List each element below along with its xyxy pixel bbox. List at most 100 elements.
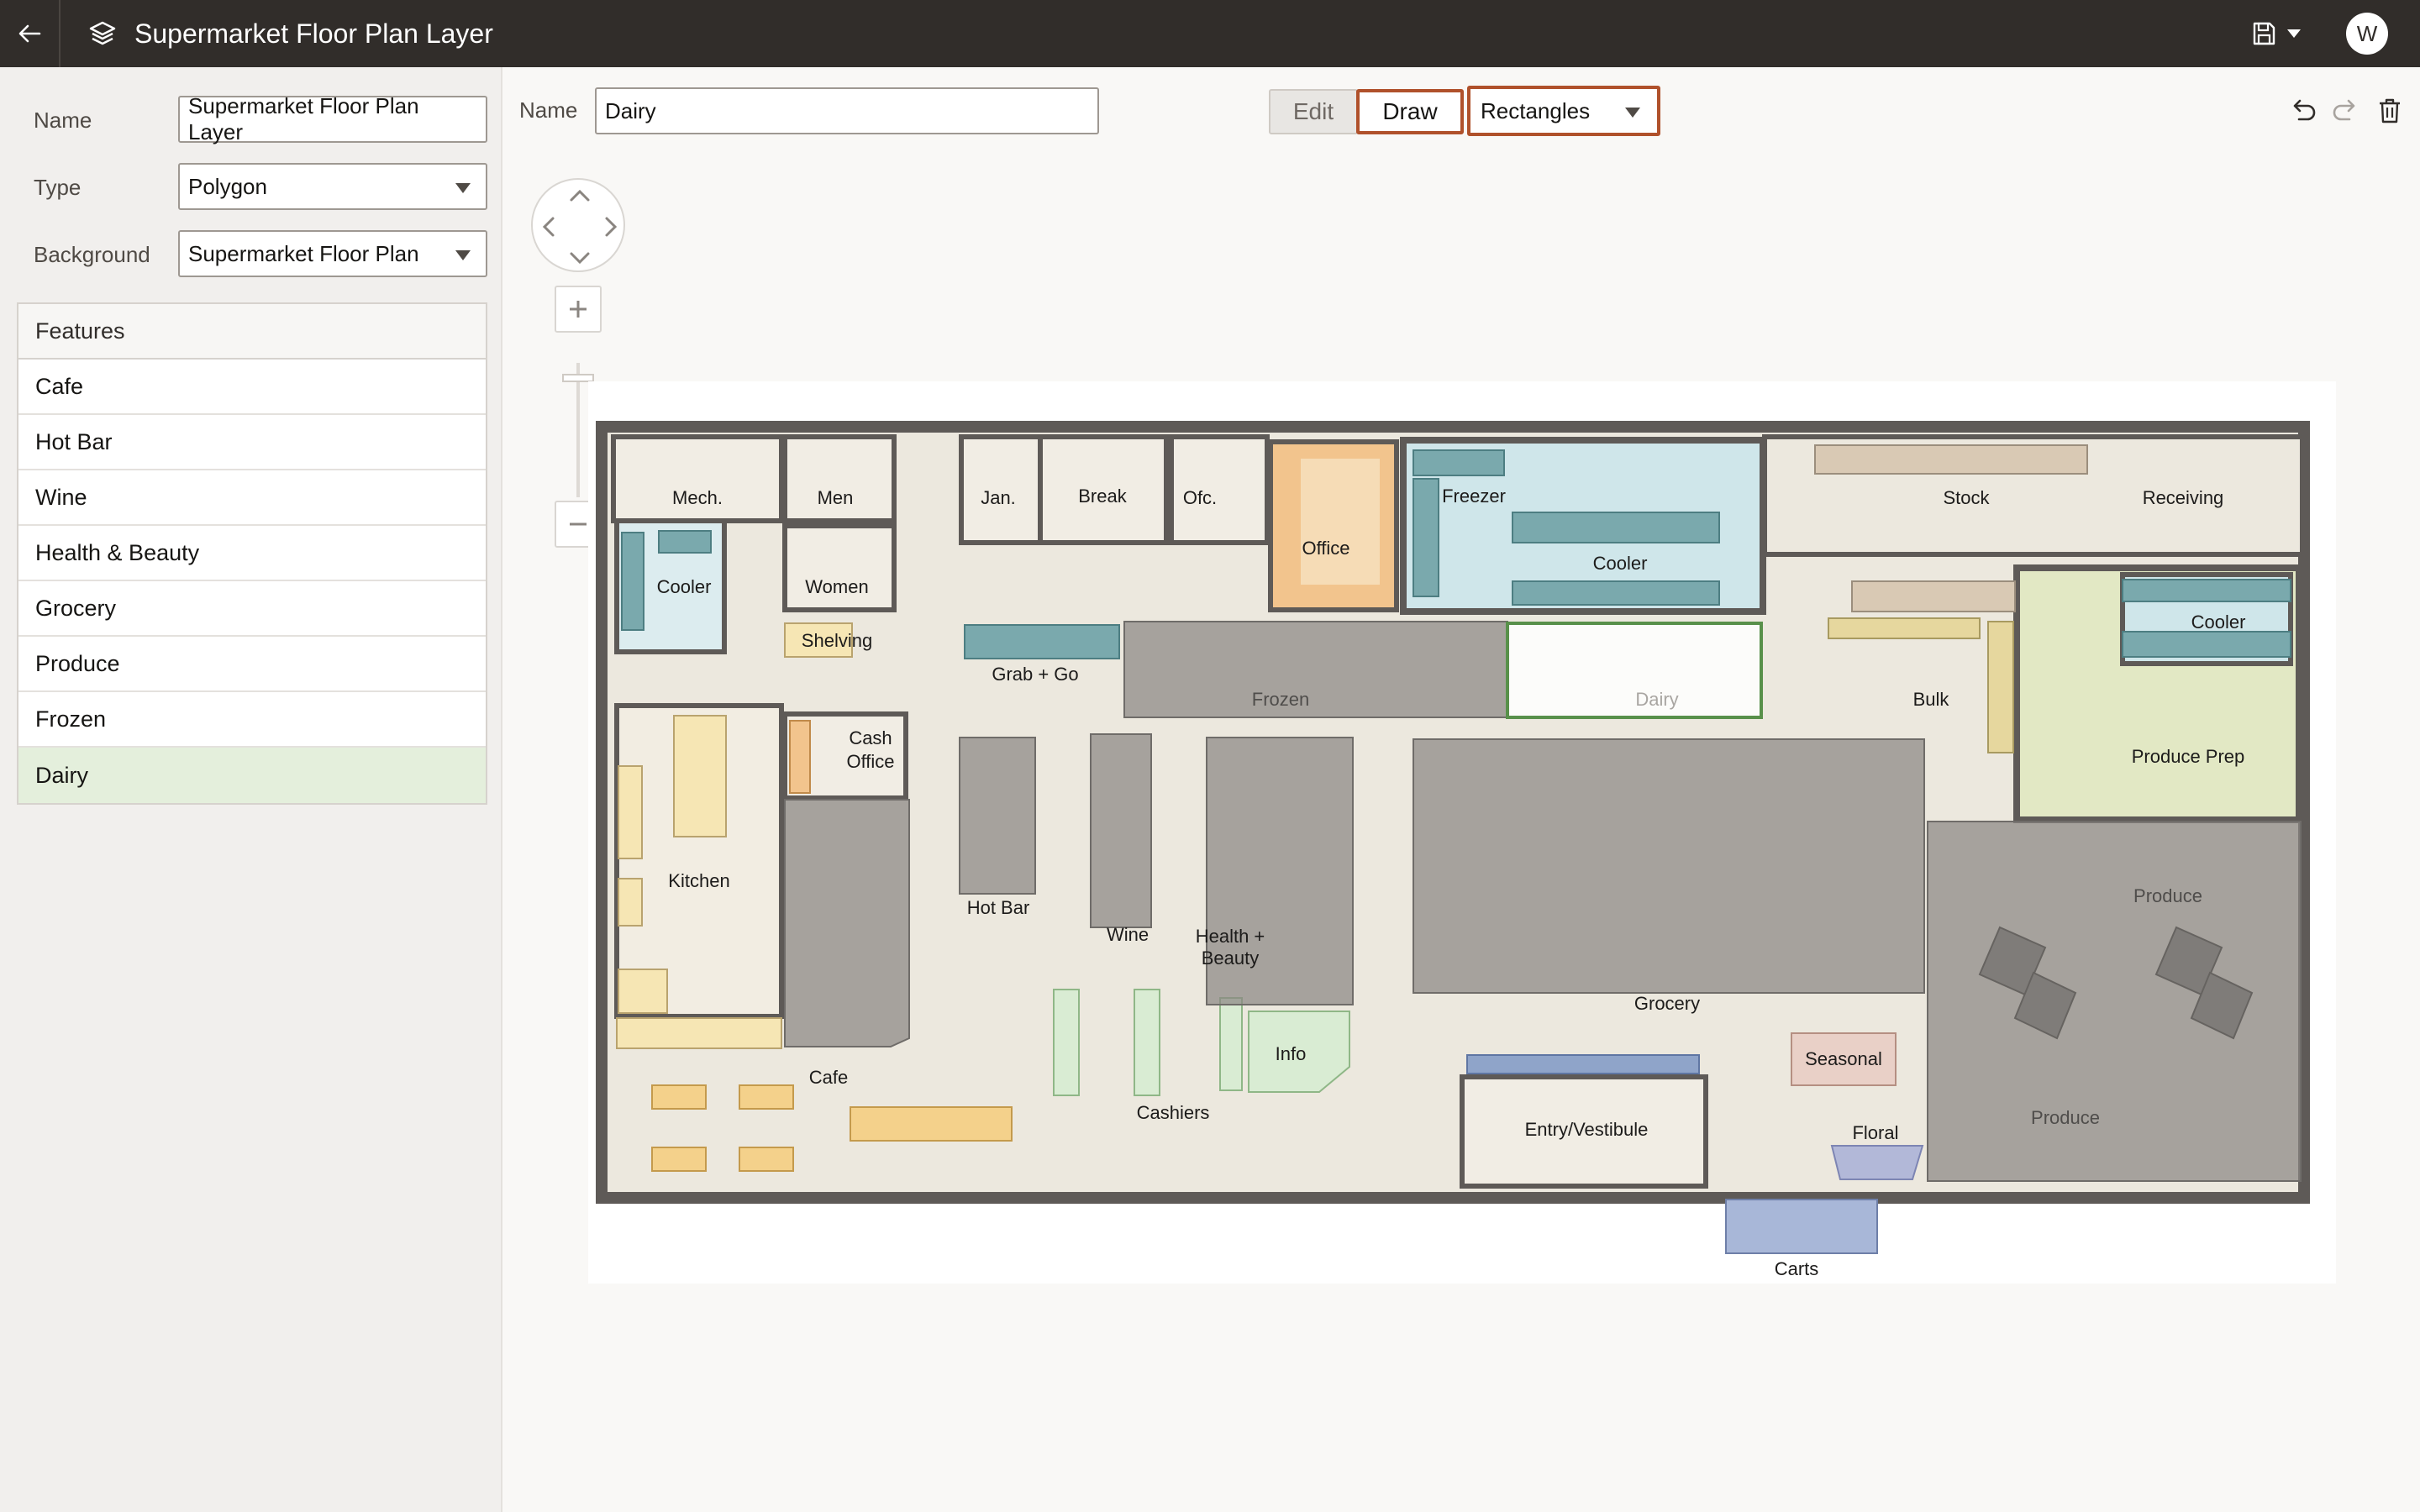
feature-item-frozen[interactable]: Frozen xyxy=(18,692,486,748)
layers-icon xyxy=(89,21,116,45)
feature-item-dairy[interactable]: Dairy xyxy=(18,748,486,803)
label-produce-prep: Produce Prep xyxy=(2132,746,2245,767)
label-cash-office-1: Cash xyxy=(849,727,892,748)
area-dairy-selected xyxy=(1506,622,1763,719)
zoom-in-button[interactable] xyxy=(555,286,602,333)
feature-name-value: Dairy xyxy=(605,97,656,123)
label-jan: Jan. xyxy=(981,487,1016,508)
entry-cases xyxy=(1466,1054,1700,1074)
label-floral: Floral xyxy=(1852,1122,1898,1143)
pan-up-icon xyxy=(570,189,590,202)
office-inner xyxy=(1301,459,1380,585)
label-women: Women xyxy=(805,576,868,597)
features-list: Features Cafe Hot Bar Wine Health & Beau… xyxy=(17,302,487,805)
shape-type-select[interactable]: Rectangles xyxy=(1467,86,1660,136)
pan-right-icon xyxy=(605,217,618,237)
label-receiving: Receiving xyxy=(2143,487,2224,508)
label-break: Break xyxy=(1078,486,1127,507)
area-grocery xyxy=(1413,738,1925,994)
feature-item-cafe[interactable]: Cafe xyxy=(18,360,486,415)
arrow-left-icon xyxy=(18,24,41,43)
pan-left-icon xyxy=(542,217,555,237)
background-select[interactable]: Supermarket Floor Plan xyxy=(178,230,487,277)
background-label: Background xyxy=(34,242,150,267)
label-men: Men xyxy=(818,487,854,508)
chevron-down-icon xyxy=(2287,29,2301,38)
edit-button[interactable]: Edit xyxy=(1269,89,1358,134)
label-cooler-left: Cooler xyxy=(657,576,712,597)
feature-name-input[interactable]: Dairy xyxy=(595,87,1099,134)
feature-item-hot-bar[interactable]: Hot Bar xyxy=(18,415,486,470)
label-office: Office xyxy=(1302,538,1349,559)
label-health-beauty-2: Beauty xyxy=(1202,948,1260,969)
label-area-produce-bottom: Produce xyxy=(2031,1107,2100,1128)
page-title: Supermarket Floor Plan Layer xyxy=(134,18,493,49)
label-area-dairy: Dairy xyxy=(1635,689,1678,710)
chevron-down-icon xyxy=(455,183,471,193)
minus-icon xyxy=(570,522,587,526)
label-mech: Mech. xyxy=(672,487,723,508)
undo-icon[interactable] xyxy=(2287,96,2317,126)
area-cafe xyxy=(784,799,910,1047)
feature-name-label: Name xyxy=(519,97,578,123)
men-room xyxy=(782,434,897,523)
shape-type-value: Rectangles xyxy=(1481,97,1591,123)
layer-name-input[interactable]: Supermarket Floor Plan Layer xyxy=(178,93,487,144)
label-grab-go: Grab + Go xyxy=(992,664,1078,685)
floral-display xyxy=(1830,1145,1924,1180)
feature-item-wine[interactable]: Wine xyxy=(18,470,486,526)
label-shelving: Shelving xyxy=(802,630,872,651)
user-avatar[interactable]: W xyxy=(2346,13,2388,55)
feature-item-grocery[interactable]: Grocery xyxy=(18,581,486,637)
background-value: Supermarket Floor Plan xyxy=(188,240,419,266)
label-seasonal: Seasonal xyxy=(1805,1048,1882,1069)
label-cashiers: Cashiers xyxy=(1137,1102,1210,1123)
trash-icon[interactable] xyxy=(2375,96,2405,126)
label-cooler-right: Cooler xyxy=(2191,612,2246,633)
redo-icon[interactable] xyxy=(2331,96,2361,126)
mech-room xyxy=(611,434,784,523)
features-header: Features xyxy=(18,304,486,360)
area-wine xyxy=(1090,733,1152,928)
label-wine: Wine xyxy=(1107,924,1149,945)
chevron-down-icon xyxy=(455,250,471,260)
label-info: Info xyxy=(1276,1043,1307,1064)
label-cash-office-2: Office xyxy=(846,751,894,772)
type-select[interactable]: Polygon xyxy=(178,163,487,210)
save-icon xyxy=(2253,22,2275,45)
area-hot-bar xyxy=(959,737,1036,895)
carts-corral xyxy=(1725,1199,1878,1254)
layer-name-value: Supermarket Floor Plan Layer xyxy=(188,93,419,144)
label-bulk: Bulk xyxy=(1913,689,1950,710)
draw-button[interactable]: Draw xyxy=(1356,89,1464,134)
label-carts: Carts xyxy=(1775,1258,1819,1279)
name-label: Name xyxy=(34,108,92,133)
pan-control[interactable] xyxy=(531,178,625,272)
label-area-frozen: Frozen xyxy=(1252,689,1309,710)
feature-item-health-beauty[interactable]: Health & Beauty xyxy=(18,526,486,581)
plus-icon xyxy=(570,301,587,318)
type-value: Polygon xyxy=(188,173,267,199)
women-room xyxy=(782,523,897,612)
feature-item-produce[interactable]: Produce xyxy=(18,637,486,692)
save-menu-button[interactable] xyxy=(2250,17,2317,50)
type-label: Type xyxy=(34,175,82,200)
area-frozen xyxy=(1123,621,1508,718)
label-stock: Stock xyxy=(1943,487,1990,508)
back-button[interactable] xyxy=(0,0,60,67)
label-health-beauty-1: Health + xyxy=(1196,926,1265,947)
chevron-down-icon xyxy=(1625,108,1640,118)
label-cooler-top: Cooler xyxy=(1593,553,1648,574)
cash-office-desk xyxy=(789,720,811,794)
label-hot-bar: Hot Bar xyxy=(967,897,1030,918)
label-ofc: Ofc. xyxy=(1183,487,1217,508)
zoom-slider-track[interactable] xyxy=(576,363,580,497)
app-header: Supermarket Floor Plan Layer W xyxy=(0,0,2420,67)
properties-panel: Name Supermarket Floor Plan Layer Type P… xyxy=(0,67,502,1512)
floor-plan-map[interactable]: Mech. Men Jan. Break Ofc. Office Freezer… xyxy=(588,381,2336,1284)
pan-down-icon xyxy=(570,252,590,265)
label-cafe: Cafe xyxy=(809,1067,848,1088)
label-grocery: Grocery xyxy=(1634,993,1700,1014)
label-entry: Entry/Vestibule xyxy=(1525,1119,1649,1140)
label-kitchen: Kitchen xyxy=(668,870,729,891)
